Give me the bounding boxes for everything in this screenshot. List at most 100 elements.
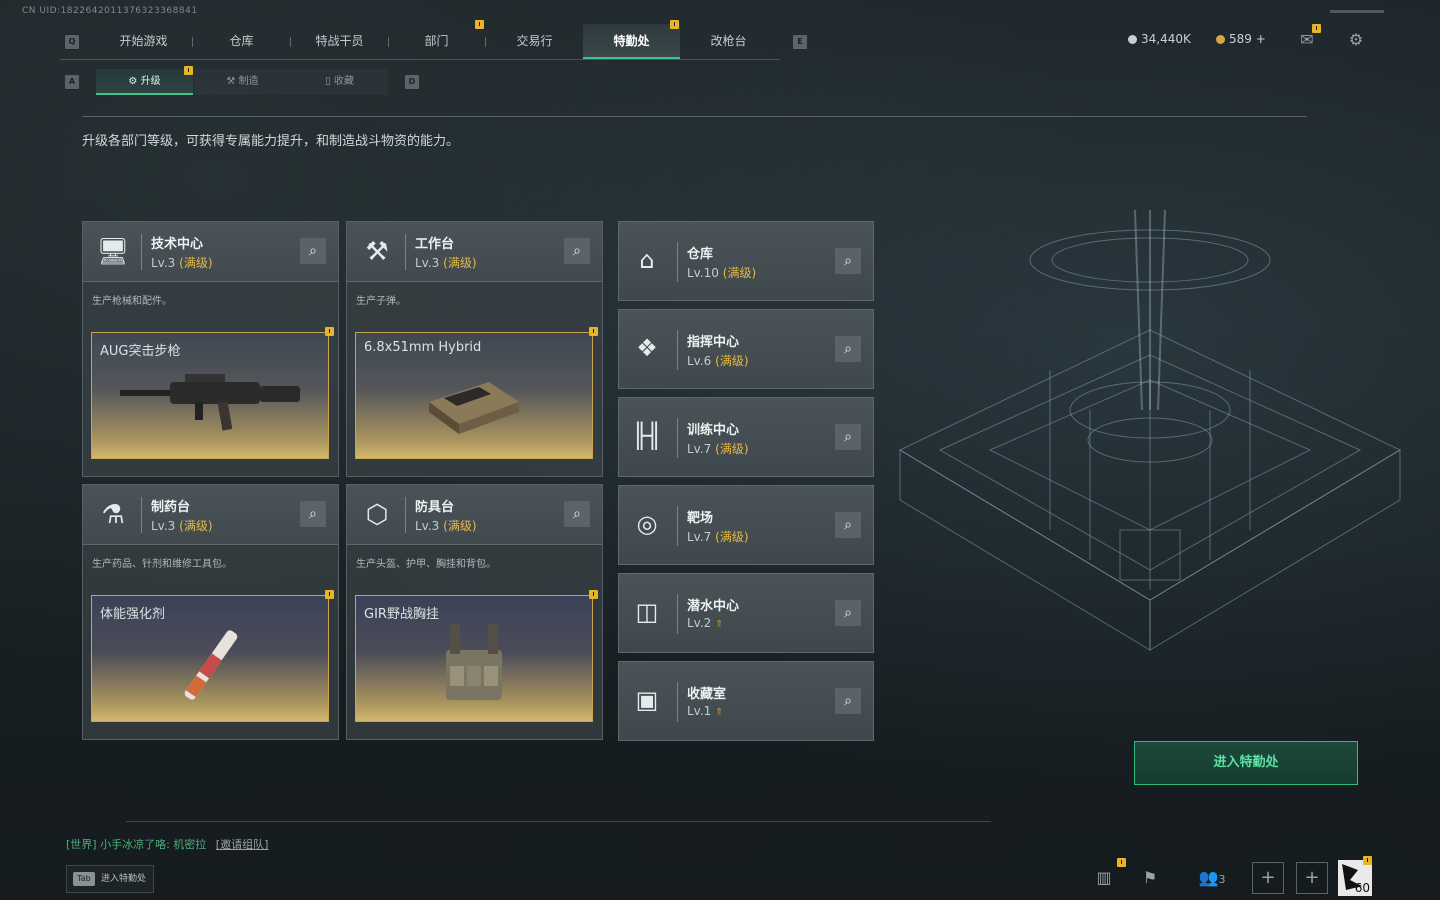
card-level: Lv.7 (满级) xyxy=(687,442,749,456)
coin-icon xyxy=(1128,35,1137,44)
friends-button[interactable]: 👥3 xyxy=(1192,860,1232,896)
card-title: 训练中心 xyxy=(687,423,740,438)
search-button[interactable]: ⌕ xyxy=(564,238,590,264)
tab-trading[interactable]: 交易行 xyxy=(486,24,583,59)
search-button[interactable]: ⌕ xyxy=(835,424,861,450)
divider xyxy=(141,497,142,533)
subnav-next-key: D xyxy=(405,75,419,89)
divider xyxy=(677,506,678,546)
card-header: ⬡ 防具台 Lv.3 (满级) ⌕ xyxy=(347,485,602,545)
armor-bench-icon: ⬡ xyxy=(365,500,389,530)
craft-item-slot[interactable]: AUG突击步枪 xyxy=(91,327,334,459)
subnav-prev-key: A xyxy=(65,75,79,89)
notification-badge xyxy=(184,66,193,75)
bottom-divider xyxy=(126,821,991,822)
card-title: 潜水中心 xyxy=(687,599,740,614)
card-header: ⚒ 工作台 Lv.3 (满级) ⌕ xyxy=(347,222,602,282)
enter-special-ops-button[interactable]: 进入特勤处 xyxy=(1134,741,1358,785)
card-level: Lv.3 (满级) xyxy=(151,256,213,270)
subtab-label: 制造 xyxy=(238,76,259,87)
token-balance[interactable]: 589 + xyxy=(1216,32,1266,46)
search-button[interactable]: ⌕ xyxy=(300,501,326,527)
stats-chart-icon[interactable]: ▥ xyxy=(1088,860,1120,896)
card-command-center[interactable]: ❖ 指挥中心 Lv.6 (满级) ⌕ xyxy=(618,309,874,389)
item-name: 体能强化剂 xyxy=(100,607,166,622)
card-title: 防具台 xyxy=(415,500,455,515)
add-teammate-button[interactable]: + xyxy=(1296,862,1328,894)
nav-next-key: E xyxy=(793,35,807,49)
craft-item-slot[interactable]: GIR野战胸挂 xyxy=(355,590,598,722)
card-workbench[interactable]: ⚒ 工作台 Lv.3 (满级) ⌕ 生产子弹。 6.8x51mm Hybrid xyxy=(346,221,603,477)
card-header: ⚗ 制药台 Lv.3 (满级) ⌕ xyxy=(83,485,338,545)
card-title: 收藏室 xyxy=(687,687,727,702)
card-title: 仓库 xyxy=(687,247,714,262)
subtab-label: 升级 xyxy=(140,76,161,87)
search-button[interactable]: ⌕ xyxy=(835,600,861,626)
card-tech-center[interactable]: 🖥 技术中心 Lv.3 (满级) ⌕ 生产枪械和配件。 AUG突击步枪 xyxy=(82,221,339,477)
card-subtitle: 生产药品、针剂和维修工具包。 xyxy=(92,559,232,570)
tab-hint-label: 进入特勤处 xyxy=(101,874,147,884)
tab-key-hint[interactable]: Tab 进入特勤处 xyxy=(66,865,154,893)
card-shooting-range[interactable]: ◎ 靶场 Lv.7 (满级) ⌕ xyxy=(618,485,874,565)
tab-gunsmith[interactable]: 改枪台 xyxy=(680,24,777,59)
card-subtitle: 生产枪械和配件。 xyxy=(92,296,172,307)
settings-gear-icon[interactable]: ⚙ xyxy=(1346,30,1366,49)
card-title: 技术中心 xyxy=(151,237,204,252)
divider xyxy=(405,234,406,270)
subtab-craft[interactable]: ⚒ 制造 xyxy=(194,69,291,95)
subtab-collection[interactable]: ▯ 收藏 xyxy=(291,69,388,95)
tab-operators[interactable]: 特战干员 xyxy=(291,24,388,59)
invite-team-link[interactable]: [邀请组队] xyxy=(216,838,269,851)
subtab-upgrade[interactable]: ⚙ 升级 xyxy=(96,69,193,95)
search-button[interactable]: ⌕ xyxy=(835,336,861,362)
card-warehouse[interactable]: ⌂ 仓库 Lv.10 (满级) ⌕ xyxy=(618,221,874,301)
shooting-range-icon: ◎ xyxy=(636,510,658,538)
card-title: 制药台 xyxy=(151,500,191,515)
card-level: Lv.3 (满级) xyxy=(415,256,477,270)
player-level: 60 xyxy=(1354,881,1370,895)
divider xyxy=(677,242,678,282)
card-diving-center[interactable]: ◫ 潜水中心 Lv.2 ⇑ ⌕ xyxy=(618,573,874,653)
friends-count: 3 xyxy=(1218,873,1226,886)
flag-icon[interactable]: ⚑ xyxy=(1134,860,1166,896)
divider xyxy=(677,418,678,458)
page-description: 升级各部门等级，可获得专属能力提升，和制造战斗物资的能力。 xyxy=(82,134,460,149)
friends-icon: 👥 xyxy=(1198,868,1219,887)
tab-warehouse[interactable]: 仓库 xyxy=(193,24,290,59)
card-subtitle: 生产头盔、护甲、胸挂和背包。 xyxy=(356,559,496,570)
chat-message: 小手冰凉了咯: 机密拉 xyxy=(100,838,207,851)
command-center-icon: ❖ xyxy=(636,334,658,362)
search-button[interactable]: ⌕ xyxy=(564,501,590,527)
card-training-center[interactable]: ╟╢ 训练中心 Lv.7 (满级) ⌕ xyxy=(618,397,874,477)
craft-icon: ⚒ xyxy=(226,76,239,87)
search-button[interactable]: ⌕ xyxy=(300,238,326,264)
token-icon xyxy=(1216,35,1225,44)
coin-balance[interactable]: 34,440K xyxy=(1128,32,1191,46)
tab-department[interactable]: 部门 xyxy=(388,24,485,59)
tab-start-game[interactable]: 开始游戏 xyxy=(95,24,192,59)
card-pharmacy[interactable]: ⚗ 制药台 Lv.3 (满级) ⌕ 生产药品、针剂和维修工具包。 体能强化剂 xyxy=(82,484,339,740)
divider-line xyxy=(82,116,1307,117)
notification-badge xyxy=(670,20,679,29)
card-title: 指挥中心 xyxy=(687,335,740,350)
card-collection-room[interactable]: ▣ 收藏室 Lv.1 ⇑ ⌕ xyxy=(618,661,874,741)
nav-prev-key: Q xyxy=(65,35,79,49)
training-icon: ╟╢ xyxy=(632,422,662,450)
subtab-label: 收藏 xyxy=(333,76,354,87)
craft-item-slot[interactable]: 体能强化剂 xyxy=(91,590,334,722)
card-armor-bench[interactable]: ⬡ 防具台 Lv.3 (满级) ⌕ 生产头盔、护甲、胸挂和背包。 GIR野战胸挂 xyxy=(346,484,603,740)
user-id: CN UID:1822642011376323368841 xyxy=(22,6,198,16)
add-teammate-button[interactable]: + xyxy=(1252,862,1284,894)
search-button[interactable]: ⌕ xyxy=(835,248,861,274)
upgrade-icon: ⚙ xyxy=(128,76,141,87)
card-level: Lv.6 (满级) xyxy=(687,354,749,368)
craft-item-slot[interactable]: 6.8x51mm Hybrid xyxy=(355,327,598,459)
player-avatar[interactable]: 60 xyxy=(1338,860,1372,896)
search-button[interactable]: ⌕ xyxy=(835,512,861,538)
app-root: CN UID:1822642011376323368841 Q 开始游戏 仓库 … xyxy=(0,0,1440,900)
search-button[interactable]: ⌕ xyxy=(835,688,861,714)
item-name: 6.8x51mm Hybrid xyxy=(364,340,482,355)
tab-special-ops[interactable]: 特勤处 xyxy=(583,24,680,59)
notification-badge xyxy=(325,590,334,599)
chat-channel: [世界] xyxy=(66,838,97,851)
